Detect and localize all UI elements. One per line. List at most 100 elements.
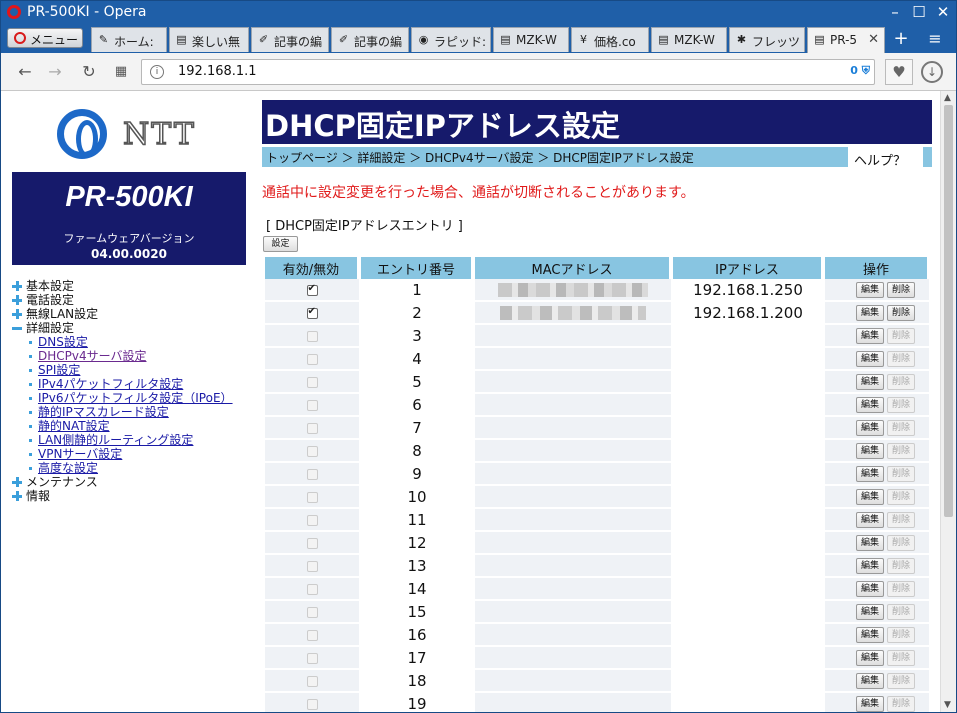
plus-icon[interactable] bbox=[12, 477, 22, 487]
plus-icon[interactable] bbox=[12, 491, 22, 501]
edit-button[interactable]: 編集 bbox=[855, 443, 884, 459]
enable-checkbox[interactable] bbox=[306, 445, 318, 457]
sidebar-item-15[interactable]: メンテナンス bbox=[12, 475, 252, 489]
sidebar-link-7[interactable]: SPI設定 bbox=[12, 363, 252, 377]
edit-button[interactable]: 編集 bbox=[855, 282, 884, 298]
enable-checkbox[interactable] bbox=[306, 560, 318, 572]
delete-button[interactable]: 削除 bbox=[886, 581, 915, 597]
sidebar-link-10[interactable]: 静的IPマスカレード設定 bbox=[12, 405, 252, 419]
back-icon[interactable]: ← bbox=[15, 62, 35, 81]
enable-checkbox[interactable] bbox=[306, 675, 318, 687]
enable-checkbox[interactable] bbox=[306, 514, 318, 526]
sidebar-link-9[interactable]: IPv6パケットフィルタ設定（IPoE） bbox=[12, 391, 252, 405]
close-icon[interactable]: ✕ bbox=[933, 3, 953, 21]
delete-button[interactable]: 削除 bbox=[886, 305, 915, 321]
edit-button[interactable]: 編集 bbox=[855, 305, 884, 321]
plus-icon[interactable] bbox=[12, 295, 22, 305]
tab-menu-icon[interactable]: ≡ bbox=[921, 27, 949, 51]
edit-button[interactable]: 編集 bbox=[855, 351, 884, 367]
delete-button[interactable]: 削除 bbox=[886, 673, 915, 689]
edit-button[interactable]: 編集 bbox=[855, 627, 884, 643]
edit-button[interactable]: 編集 bbox=[855, 696, 884, 712]
delete-button[interactable]: 削除 bbox=[886, 466, 915, 482]
delete-button[interactable]: 削除 bbox=[886, 351, 915, 367]
edit-button[interactable]: 編集 bbox=[855, 420, 884, 436]
delete-button[interactable]: 削除 bbox=[886, 512, 915, 528]
speed-dial-icon[interactable]: ▦ bbox=[111, 64, 131, 79]
bookmark-heart-icon[interactable]: ♥ bbox=[885, 59, 913, 85]
enable-checkbox[interactable] bbox=[306, 399, 318, 411]
enable-checkbox[interactable] bbox=[306, 583, 318, 595]
minus-icon[interactable] bbox=[12, 323, 22, 333]
enable-checkbox[interactable] bbox=[306, 468, 318, 480]
sidebar-item-1[interactable]: 基本設定 bbox=[12, 279, 252, 293]
plus-icon[interactable] bbox=[12, 281, 22, 291]
edit-button[interactable]: 編集 bbox=[855, 673, 884, 689]
vertical-scrollbar[interactable]: ▲ ▼ bbox=[940, 91, 956, 712]
sidebar-link-13[interactable]: VPNサーバ設定 bbox=[12, 447, 252, 461]
delete-button[interactable]: 削除 bbox=[886, 282, 915, 298]
scroll-down-icon[interactable]: ▼ bbox=[944, 700, 951, 710]
sidebar-link-12[interactable]: LAN側静的ルーティング設定 bbox=[12, 433, 252, 447]
tab-4[interactable]: ✐ 記事の編 bbox=[331, 27, 409, 52]
edit-button[interactable]: 編集 bbox=[855, 397, 884, 413]
opera-menu-button[interactable]: メニュー bbox=[7, 28, 83, 48]
edit-button[interactable]: 編集 bbox=[855, 489, 884, 505]
edit-button[interactable]: 編集 bbox=[855, 650, 884, 666]
maximize-icon[interactable]: ☐ bbox=[909, 3, 929, 21]
site-info-icon[interactable]: i bbox=[150, 65, 164, 79]
scrollbar-thumb[interactable] bbox=[944, 105, 953, 517]
delete-button[interactable]: 削除 bbox=[886, 604, 915, 620]
close-tab-icon[interactable]: ✕ bbox=[868, 32, 879, 47]
edit-button[interactable]: 編集 bbox=[855, 512, 884, 528]
forward-icon[interactable]: → bbox=[45, 62, 65, 81]
enable-checkbox[interactable] bbox=[306, 306, 318, 319]
minimize-icon[interactable]: – bbox=[885, 3, 905, 21]
delete-button[interactable]: 削除 bbox=[886, 397, 915, 413]
tab-3[interactable]: ✐ 記事の編 bbox=[251, 27, 329, 52]
edit-button[interactable]: 編集 bbox=[855, 558, 884, 574]
enable-checkbox[interactable] bbox=[306, 422, 318, 434]
delete-button[interactable]: 削除 bbox=[886, 328, 915, 344]
delete-button[interactable]: 削除 bbox=[886, 558, 915, 574]
delete-button[interactable]: 削除 bbox=[886, 535, 915, 551]
sidebar-link-6[interactable]: DHCPv4サーバ設定 bbox=[12, 349, 252, 363]
url-field[interactable]: i 192.168.1.1 0 ⛨ bbox=[141, 59, 875, 85]
tab-8[interactable]: ▤ MZK-W bbox=[651, 27, 727, 52]
enable-checkbox[interactable] bbox=[306, 652, 318, 664]
sidebar-item-3[interactable]: 無線LAN設定 bbox=[12, 307, 252, 321]
tab-1[interactable]: ✎ ホーム: bbox=[91, 27, 167, 52]
edit-button[interactable]: 編集 bbox=[855, 374, 884, 390]
sidebar-link-8[interactable]: IPv4パケットフィルタ設定 bbox=[12, 377, 252, 391]
reload-icon[interactable]: ↻ bbox=[79, 62, 99, 81]
delete-button[interactable]: 削除 bbox=[886, 650, 915, 666]
enable-checkbox[interactable] bbox=[306, 283, 318, 296]
new-tab-icon[interactable]: + bbox=[887, 27, 915, 51]
enable-checkbox[interactable] bbox=[306, 537, 318, 549]
enable-checkbox[interactable] bbox=[306, 606, 318, 618]
plus-icon[interactable] bbox=[12, 309, 22, 319]
edit-button[interactable]: 編集 bbox=[855, 581, 884, 597]
edit-button[interactable]: 編集 bbox=[855, 328, 884, 344]
edit-button[interactable]: 編集 bbox=[855, 535, 884, 551]
sidebar-link-5[interactable]: DNS設定 bbox=[12, 335, 252, 349]
enable-checkbox[interactable] bbox=[306, 353, 318, 365]
delete-button[interactable]: 削除 bbox=[886, 420, 915, 436]
tab-6[interactable]: ▤ MZK-W bbox=[493, 27, 569, 52]
sidebar-item-4[interactable]: 詳細設定 bbox=[12, 321, 252, 335]
delete-button[interactable]: 削除 bbox=[886, 489, 915, 505]
delete-button[interactable]: 削除 bbox=[886, 627, 915, 643]
adblock-icon[interactable]: 0 ⛨ bbox=[850, 64, 870, 78]
enable-checkbox[interactable] bbox=[306, 698, 318, 710]
enable-checkbox[interactable] bbox=[306, 491, 318, 503]
tab-7[interactable]: ¥ 価格.co bbox=[571, 27, 649, 52]
enable-checkbox[interactable] bbox=[306, 629, 318, 641]
delete-button[interactable]: 削除 bbox=[886, 374, 915, 390]
edit-button[interactable]: 編集 bbox=[855, 604, 884, 620]
enable-checkbox[interactable] bbox=[306, 376, 318, 388]
edit-button[interactable]: 編集 bbox=[855, 466, 884, 482]
tab-5[interactable]: ◉ ラピッド: bbox=[411, 27, 491, 52]
sidebar-item-2[interactable]: 電話設定 bbox=[12, 293, 252, 307]
delete-button[interactable]: 削除 bbox=[886, 696, 915, 712]
sidebar-link-11[interactable]: 静的NAT設定 bbox=[12, 419, 252, 433]
